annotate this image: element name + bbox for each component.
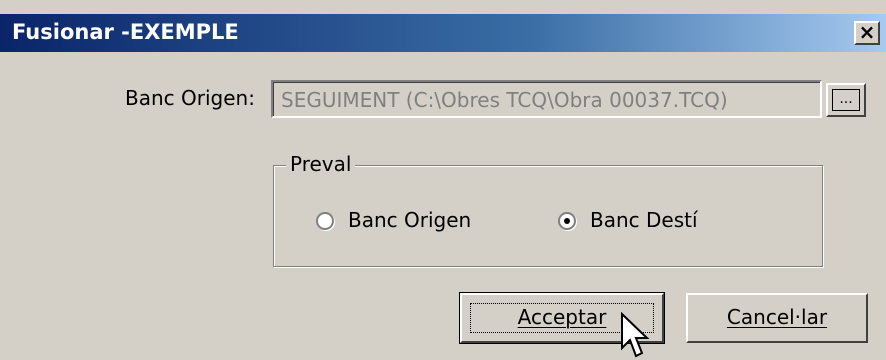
preval-groupbox: Preval Banc Origen Banc Destí	[273, 152, 823, 267]
origin-field-value: SEGUIMENT (C:\Obres TCQ\Obra 00037.TCQ)	[281, 88, 728, 112]
ellipsis-icon: ...	[832, 89, 860, 111]
browse-button[interactable]: ...	[826, 83, 866, 117]
mouse-pointer-icon	[621, 312, 650, 358]
cancel-button[interactable]: Cancel·lar	[686, 293, 868, 343]
radio-banc-origen-label[interactable]: Banc Origen	[348, 208, 471, 232]
title-bar[interactable]: Fusionar -EXEMPLE ×	[0, 14, 886, 52]
radio-banc-desti-label[interactable]: Banc Destí	[590, 208, 698, 232]
origin-label: Banc Origen:	[125, 86, 255, 110]
close-button[interactable]: ×	[854, 21, 880, 45]
radio-selected-dot	[564, 218, 570, 224]
origin-field[interactable]: SEGUIMENT (C:\Obres TCQ\Obra 00037.TCQ)	[271, 80, 822, 118]
radio-banc-origen[interactable]	[316, 212, 334, 230]
fusionar-dialog: Fusionar -EXEMPLE × Banc Origen: SEGUIME…	[0, 0, 886, 360]
preval-legend: Preval	[286, 152, 356, 176]
window-title: Fusionar -EXEMPLE	[12, 20, 239, 44]
close-icon: ×	[858, 20, 876, 44]
cancel-button-label: Cancel·lar	[726, 305, 828, 329]
radio-banc-desti[interactable]	[558, 212, 576, 230]
